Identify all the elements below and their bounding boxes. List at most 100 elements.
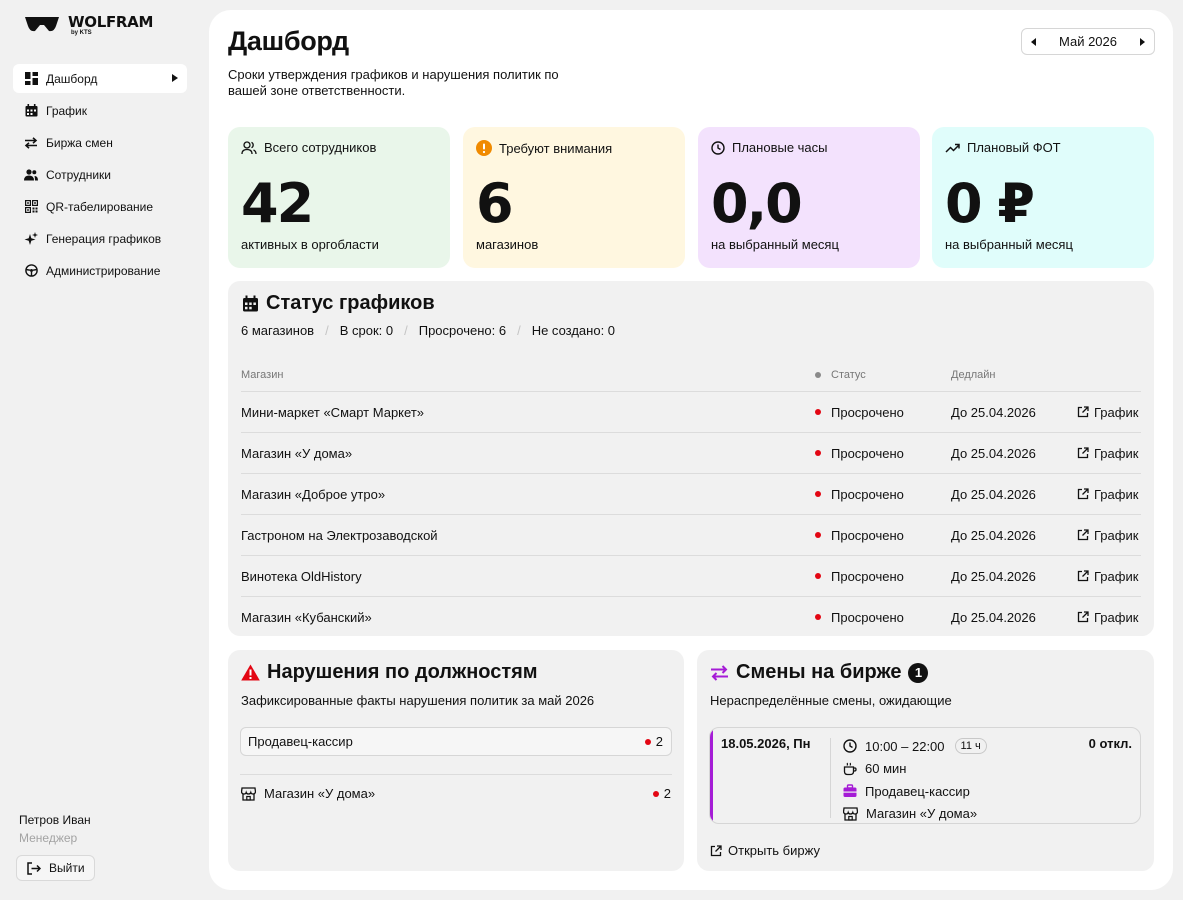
month-label: Май 2026 [1059,34,1117,49]
column-header-deadline[interactable]: Дедлайн [951,369,1077,381]
stat-value: 0 ₽ [945,172,1035,235]
section-title-text: Смены на бирже [736,661,902,683]
open-schedule-link[interactable]: График [1077,487,1138,502]
shift-role: Продавец-кассир [865,783,970,799]
stat-header: Всего сотрудников [241,140,376,155]
store-info: Магазин «У дома» [241,786,375,801]
next-month-button[interactable] [1140,37,1145,46]
open-schedule-link[interactable]: График [1077,610,1138,625]
sidebar-item-shift-exchange[interactable]: Биржа смен [13,128,187,157]
column-header-status[interactable]: Статус [815,369,951,381]
table-header: Магазин Статус Дедлайн [241,359,1141,392]
prev-month-button[interactable] [1031,37,1036,46]
violation-store-item[interactable]: Магазин «У дома» 2 [241,786,671,801]
section-subtitle: Зафиксированные факты нарушения политик … [241,693,595,708]
warning-circle-icon [476,140,492,156]
calendar-icon [243,295,258,312]
store-name: Винотека OldHistory [241,568,362,584]
sidebar-item-employees[interactable]: Сотрудники [13,160,187,189]
external-link-icon [1077,406,1089,418]
open-schedule-link[interactable]: График [1077,528,1138,543]
status-cell: Просрочено [815,446,951,461]
open-schedule-link[interactable]: График [1077,569,1138,584]
section-title: Смены на бирже 1 [710,661,929,684]
table-row: Магазин «У дома» Просрочено До 25.04.202… [241,433,1141,474]
sidebar: WOLFRAM by KTS Дашборд График Биржа смен [0,0,200,900]
sparkles-icon [24,231,38,246]
external-link-icon [1077,447,1089,459]
count-value: 2 [655,734,663,749]
open-schedule-link[interactable]: График [1077,405,1138,420]
shift-role-row: Продавец-кассир [843,780,987,803]
shift-date: 18.05.2026, Пн [721,736,811,751]
shift-item[interactable]: 18.05.2026, Пн 10:00 – 22:00 11 ч 60 мин… [709,727,1141,824]
open-schedule-link[interactable]: График [1077,446,1138,461]
clock-icon [711,140,725,155]
shift-hours-chip: 11 ч [954,738,987,755]
link-label: График [1094,527,1139,543]
sidebar-item-generation[interactable]: Генерация графиков [13,224,187,253]
role-label: Продавец-кассир [248,734,353,749]
section-title-text: Статус графиков [266,292,435,314]
deadline-text: До 25.04.2026 [951,609,1036,625]
swap-icon [24,136,38,150]
shift-details: 10:00 – 22:00 11 ч 60 мин Продавец-касси… [843,735,987,824]
store-name: Магазин «Доброе утро» [241,486,386,502]
status-text: Просрочено [831,609,904,625]
store-icon [843,807,858,821]
status-text: Просрочено [831,404,904,420]
sidebar-item-admin[interactable]: Администрирование [13,256,187,285]
stat-value: 6 [476,172,514,235]
stat-label: Требуют внимания [499,140,613,156]
store-label: Магазин «У дома» [264,786,376,801]
table-row: Гастроном на Электрозаводской Просрочено… [241,515,1141,556]
sidebar-item-dashboard[interactable]: Дашборд [13,64,187,93]
section-subtitle: Нераспределённые смены, ожидающие [710,693,952,708]
store-name: Магазин «У дома» [241,445,353,461]
logout-label: Выйти [49,861,85,875]
summary-total: 6 магазинов [241,323,315,338]
stat-card-employees: Всего сотрудников 42 активных в оргоблас… [228,127,450,268]
status-dot-icon [815,372,821,378]
sidebar-item-label: Генерация графиков [46,231,162,246]
status-dot-icon [652,790,659,797]
divider [830,738,831,818]
calendar-icon [24,104,38,118]
table-row: Магазин «Доброе утро» Просрочено До 25.0… [241,474,1141,515]
store-name: Мини-маркет «Смарт Маркет» [241,404,425,420]
sidebar-item-schedule[interactable]: График [13,96,187,125]
user-name: Петров Иван [19,813,91,827]
shift-store-row: Магазин «У дома» [843,803,987,824]
qr-icon [24,200,38,214]
column-header-store[interactable]: Магазин [241,369,815,381]
status-summary: 6 магазинов / В срок: 0 / Просрочено: 6 … [241,323,615,338]
shift-exchange-card: Смены на бирже 1 Нераспределённые смены,… [697,650,1154,871]
month-picker: Май 2026 [1021,28,1155,55]
stat-label: Всего сотрудников [264,140,377,155]
link-label: График [1094,609,1139,625]
user-info: Петров Иван Менеджер [19,813,91,845]
stat-value: 0,0 [711,172,803,235]
summary-separator: / [404,323,408,338]
violations-card: Нарушения по должностям Зафиксированные … [228,650,684,871]
clock-icon [843,739,857,753]
open-exchange-link[interactable]: Открыть биржу [710,843,820,858]
violation-count: 2 [644,734,663,749]
link-label: График [1094,486,1139,502]
stat-header: Плановые часы [711,140,828,155]
stat-value: 42 [241,172,314,235]
violation-role-item[interactable]: Продавец-кассир 2 [240,727,672,756]
status-text: Просрочено [831,568,904,584]
users-icon [241,140,257,154]
sidebar-item-qr[interactable]: QR-табелирование [13,192,187,221]
status-dot-icon [815,450,821,456]
wolfram-logo-icon [25,17,59,32]
shift-time: 10:00 – 22:00 [865,738,945,754]
store-name: Гастроном на Электрозаводской [241,527,438,543]
logout-button[interactable]: Выйти [16,855,95,881]
brand-logo[interactable]: WOLFRAM by KTS [24,14,153,37]
schedule-table: Магазин Статус Дедлайн Мини-маркет «Смар… [241,359,1141,636]
status-cell: Просрочено [815,405,951,420]
caret-right-icon [172,74,178,82]
status-dot-icon [815,614,821,620]
